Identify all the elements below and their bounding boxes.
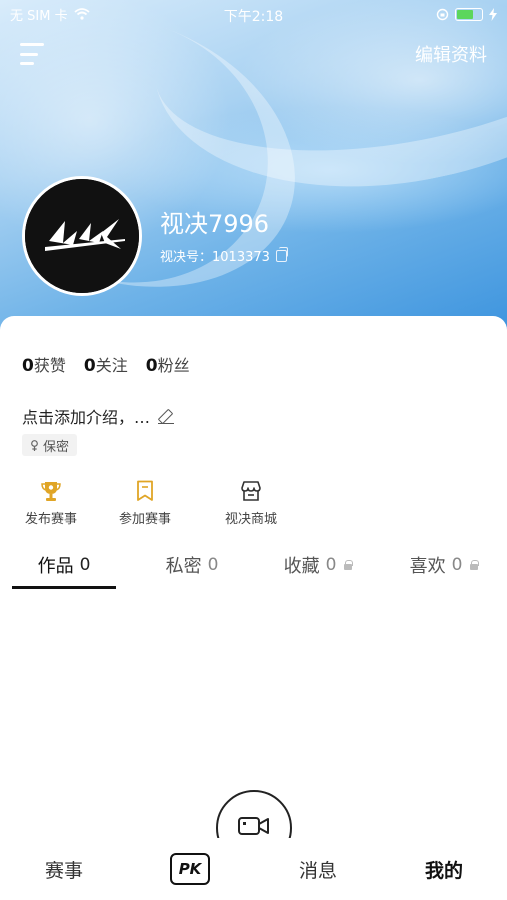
bottom-nav: 赛事 PK 消息 我的 — [0, 838, 507, 900]
content-tabs: 作品 0 私密 0 收藏 0 喜欢 0 — [0, 544, 507, 592]
gender-label: 保密 — [43, 439, 70, 455]
bookmark-icon — [134, 480, 156, 502]
tab-count: 0 — [451, 555, 463, 575]
active-tab-indicator — [12, 586, 116, 589]
tab-private[interactable]: 私密 0 — [140, 544, 244, 586]
rotation-lock-icon — [436, 8, 449, 20]
menu-icon[interactable] — [20, 43, 46, 65]
publish-event-button[interactable]: 发布赛事 — [20, 480, 82, 527]
tab-favorites[interactable]: 收藏 0 — [266, 544, 370, 586]
store-icon — [240, 480, 262, 502]
carrier-label: 无 SIM 卡 — [10, 8, 68, 24]
tab-likes[interactable]: 喜欢 0 — [392, 544, 496, 586]
tab-count: 0 — [207, 555, 219, 575]
tab-label: 收藏 — [283, 556, 320, 577]
trophy-icon — [40, 480, 62, 502]
status-time: 下午2:18 — [223, 9, 284, 25]
nav-label: 消息 — [298, 859, 337, 882]
charging-icon — [489, 7, 497, 21]
bio-placeholder: 点击添加介绍，… — [22, 408, 151, 427]
pk-label: PK — [178, 860, 202, 878]
stat-likes[interactable]: 0获赞 — [22, 352, 66, 376]
profile-id-row: 视决号：1013373 — [160, 246, 288, 265]
action-label: 发布赛事 — [24, 512, 77, 527]
profile-name: 视决7996 — [160, 210, 270, 238]
lock-icon — [344, 560, 354, 570]
bio-editor[interactable]: 点击添加介绍，… — [22, 404, 175, 428]
tab-label: 私密 — [165, 556, 202, 577]
nav-pk[interactable]: PK — [150, 838, 230, 900]
nav-events[interactable]: 赛事 — [20, 838, 108, 900]
edit-profile-button[interactable]: 编辑资料 — [415, 41, 487, 67]
tab-label: 作品 — [37, 556, 74, 577]
join-event-button[interactable]: 参加赛事 — [114, 480, 176, 527]
gender-tag[interactable]: 保密 — [22, 434, 78, 456]
gender-icon — [31, 439, 38, 451]
nav-label: 赛事 — [44, 859, 83, 882]
pk-icon: PK — [170, 853, 210, 885]
tab-count: 0 — [79, 555, 91, 575]
stat-count: 0 — [22, 356, 34, 376]
nav-label: 我的 — [424, 859, 463, 882]
stat-following[interactable]: 0关注 — [84, 352, 128, 376]
lock-icon — [470, 560, 480, 570]
nav-messages[interactable]: 消息 — [274, 838, 362, 900]
stat-count: 0 — [83, 356, 96, 376]
wifi-icon — [73, 8, 90, 20]
stat-label: 粉丝 — [157, 356, 190, 375]
stat-label: 获赞 — [33, 356, 66, 375]
nav-mine[interactable]: 我的 — [400, 838, 488, 900]
tab-label: 喜欢 — [409, 556, 446, 577]
profile-id: 视决号：1013373 — [160, 250, 270, 265]
action-row: 发布赛事 参加赛事 视决商城 — [0, 480, 507, 536]
status-bar: 无 SIM 卡 下午2:18 — [0, 0, 507, 28]
pencil-icon — [158, 408, 175, 424]
avatar[interactable] — [22, 176, 142, 296]
battery-icon — [455, 7, 483, 21]
action-label: 视决商城 — [224, 512, 277, 527]
top-bar: 编辑资料 — [0, 36, 507, 72]
stat-followers[interactable]: 0粉丝 — [146, 352, 190, 376]
tab-works[interactable]: 作品 0 — [12, 544, 116, 586]
store-button[interactable]: 视决商城 — [220, 480, 282, 527]
tab-count: 0 — [325, 555, 337, 575]
stats-row: 0获赞 0关注 0粉丝 — [22, 352, 190, 376]
copy-icon[interactable] — [275, 246, 288, 262]
stat-count: 0 — [145, 356, 158, 376]
stat-label: 关注 — [95, 356, 128, 375]
video-camera-icon — [238, 817, 269, 835]
avatar-logo-image — [25, 179, 139, 293]
action-label: 参加赛事 — [118, 512, 171, 527]
